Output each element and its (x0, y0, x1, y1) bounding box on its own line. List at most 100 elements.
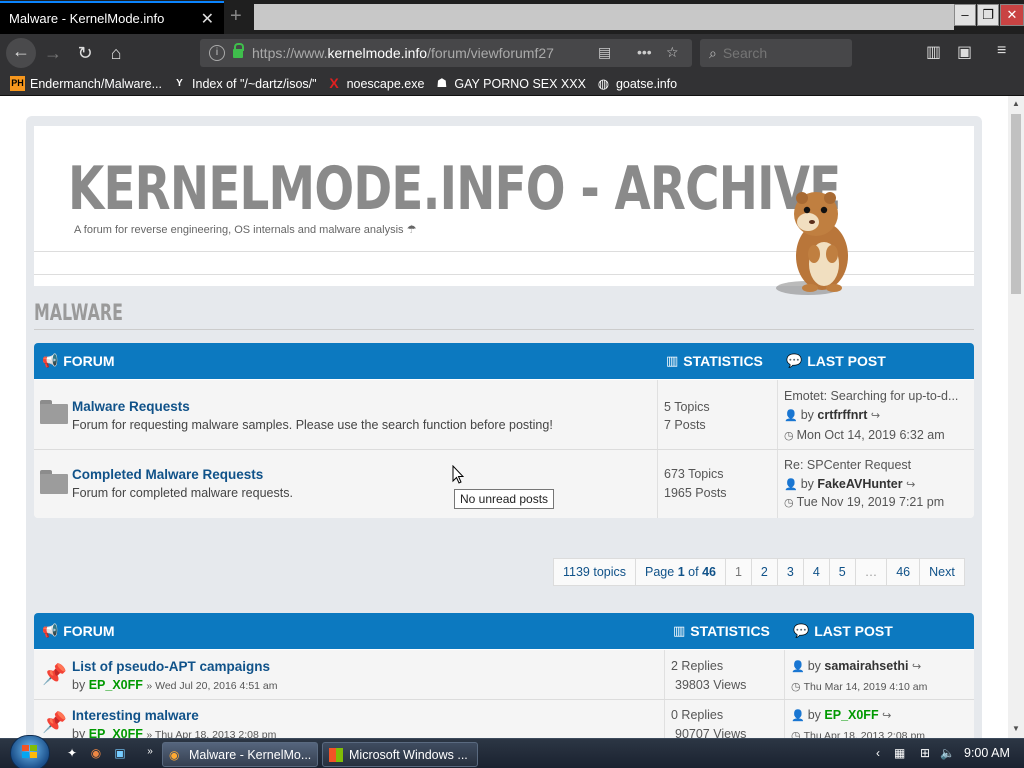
subforum-title[interactable]: Completed Malware Requests (72, 467, 263, 482)
post-count: 7 Posts (664, 418, 706, 432)
windows-taskbar: ✦ ◉ ▣ » ◉ Malware - KernelMo... Microsof… (0, 735, 1024, 768)
topic-author-username[interactable]: EP_X0FF (89, 727, 143, 738)
topic-list: 📢 FORUM ▥ STATISTICS 💬 LAST POST 📌 List of … (34, 613, 974, 738)
search-input[interactable] (722, 45, 833, 61)
taskbar-item-browser[interactable]: ◉ Malware - KernelMo... (162, 742, 318, 767)
bookmarks-toolbar: PH Endermanch/Malware... Y Index of "/~d… (0, 72, 1024, 96)
bar-chart-icon: ▥ (673, 623, 686, 638)
view-latest-post-icon[interactable]: ↪ (912, 661, 921, 673)
scrollbar-thumb[interactable] (1011, 114, 1021, 294)
x-icon: X (329, 75, 339, 91)
volume-icon[interactable]: 🔈 (940, 746, 955, 760)
scroll-up-icon[interactable]: ▲ (1012, 99, 1020, 108)
column-statistics: ▥ STATISTICS (666, 353, 763, 369)
clock-icon: ◷ (791, 681, 801, 693)
taskbar-item-windows[interactable]: Microsoft Windows ... (322, 742, 478, 767)
start-button[interactable] (10, 735, 50, 768)
quicklaunch-icon[interactable]: ✦ (64, 746, 80, 762)
subforum-description: Forum for requesting malware samples. Pl… (72, 418, 553, 432)
bookmark-item[interactable]: Y Index of "/~dartz/isos/" (172, 76, 316, 91)
close-tab-icon[interactable]: ✕ (201, 9, 214, 29)
last-post-username[interactable]: crtfrffnrt (817, 408, 867, 422)
new-tab-icon[interactable]: + (230, 5, 242, 28)
clock[interactable]: 9:00 AM (964, 746, 1010, 760)
topic-title[interactable]: List of pseudo-APT campaigns (72, 659, 270, 674)
home-icon[interactable]: ⌂ (103, 40, 129, 66)
page-indicator[interactable]: Page 1 of 46 (635, 558, 726, 586)
bookmark-item[interactable]: ◍ goatse.info (596, 76, 677, 91)
minimize-icon[interactable]: – (954, 4, 976, 26)
megaphone-icon: 📢 (42, 623, 59, 638)
tray-expand-icon[interactable]: ‹ (876, 746, 880, 760)
last-post-username[interactable]: EP_X0FF (824, 708, 878, 722)
next-page-button[interactable]: Next (919, 558, 965, 586)
page-3[interactable]: 3 (776, 558, 804, 586)
last-post-title[interactable]: Emotet: Searching for up-to-d... (784, 389, 958, 403)
browser-tab[interactable]: Malware - KernelMode.info ✕ (0, 1, 224, 34)
site-info-icon[interactable]: i (209, 45, 225, 61)
forum-title[interactable]: MALWARE (34, 301, 123, 326)
subforum-row[interactable]: Malware Requests Forum for requesting ma… (34, 379, 974, 449)
back-icon[interactable]: ← (6, 38, 36, 68)
comments-icon: 💬 (793, 623, 810, 638)
windows-logo-icon (329, 747, 343, 762)
page-1[interactable]: 1 (724, 558, 752, 586)
reader-view-icon[interactable]: ▤ (598, 44, 611, 61)
bookmark-item[interactable]: PH Endermanch/Malware... (10, 76, 162, 91)
divider (657, 380, 658, 449)
view-latest-post-icon[interactable]: ↪ (882, 710, 891, 722)
bookmark-item[interactable]: ☗ GAY PORNO SEX XXX (434, 76, 586, 91)
divider (664, 700, 665, 738)
bookmark-star-icon[interactable]: ☆ (666, 44, 679, 61)
view-latest-post-icon[interactable]: ↪ (871, 410, 880, 422)
topic-row[interactable]: 📌 List of pseudo-APT campaigns by EP_X0F… (34, 649, 974, 699)
scroll-down-icon[interactable]: ▼ (1012, 724, 1020, 733)
user-icon: 👤 (784, 410, 798, 422)
subforum-title[interactable]: Malware Requests (72, 399, 190, 414)
page-scrollbar[interactable]: ▲ ▼ (1008, 96, 1024, 738)
page-actions-icon[interactable]: ••• (637, 44, 652, 60)
column-last-post: 💬 LAST POST (793, 623, 893, 639)
reply-count: 0 Replies (671, 708, 724, 722)
page-4[interactable]: 4 (802, 558, 830, 586)
close-window-icon[interactable]: ✕ (1000, 4, 1024, 26)
page-5[interactable]: 5 (828, 558, 856, 586)
firefox-icon: ◉ (169, 747, 180, 762)
pushpin-icon: 📌 (42, 664, 67, 686)
last-post-username[interactable]: FakeAVHunter (817, 477, 902, 491)
subforum-description: Forum for completed malware requests. (72, 486, 293, 500)
topic-author-username[interactable]: EP_X0FF (89, 678, 143, 692)
user-icon: 👤 (784, 479, 798, 491)
forward-icon[interactable]: → (40, 40, 66, 66)
tray-app-icon[interactable]: ▦ (894, 746, 905, 760)
url-bar[interactable]: i https://www.kernelmode.info/forum/view… (200, 39, 692, 67)
divider (34, 329, 974, 330)
bookmark-item[interactable]: X noescape.exe (327, 75, 424, 91)
topic-title[interactable]: Interesting malware (72, 708, 199, 723)
view-latest-post-icon[interactable]: ↪ (906, 479, 915, 491)
yandex-icon: Y (176, 78, 183, 89)
hamster-mascot-image (776, 192, 848, 295)
page-46[interactable]: 46 (886, 558, 921, 586)
url-text[interactable]: https://www.kernelmode.info/forum/viewfo… (252, 45, 570, 61)
divider (777, 380, 778, 449)
site-title[interactable]: KERNELMODE.INFO - ARCHIVE (68, 154, 841, 224)
last-post-title[interactable]: Re: SPCenter Request (784, 458, 911, 472)
topic-row[interactable]: 📌 Interesting malware by EP_X0FF » Thu A… (34, 699, 974, 738)
network-icon[interactable]: ⊞ (920, 746, 930, 760)
user-icon: 👤 (791, 710, 805, 722)
page-2[interactable]: 2 (750, 558, 778, 586)
last-post-username[interactable]: samairahsethi (824, 659, 908, 673)
reload-icon[interactable]: ↻ (72, 40, 98, 66)
search-box[interactable]: ⌕ (700, 39, 852, 67)
more-quicklaunch-icon[interactable]: » (142, 746, 158, 762)
maximize-icon[interactable]: ❐ (977, 4, 999, 26)
topic-count: 673 Topics (664, 467, 724, 481)
last-post-author: 👤 by EP_X0FF ↪ (791, 708, 892, 722)
menu-icon[interactable]: ≡ (997, 42, 1006, 60)
sidebar-icon[interactable]: ▣ (957, 42, 972, 62)
firefox-icon[interactable]: ◉ (88, 746, 104, 762)
library-icon[interactable]: ▥ (926, 42, 941, 62)
column-forum: 📢 FORUM (42, 353, 115, 369)
desktop-icon[interactable]: ▣ (112, 746, 128, 762)
